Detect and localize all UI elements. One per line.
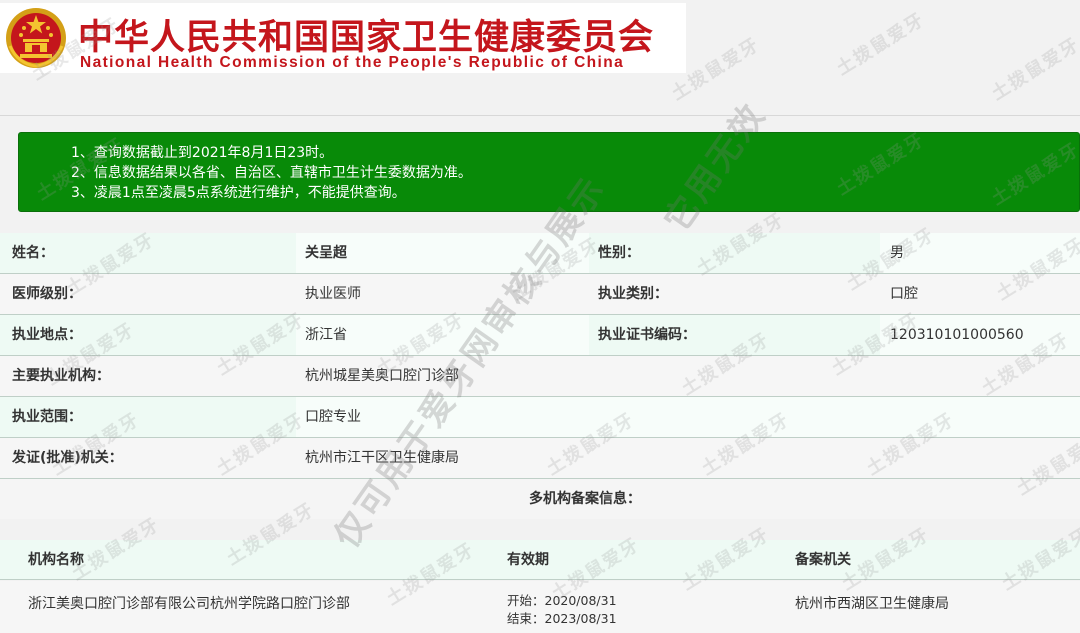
category-value: 口腔 bbox=[890, 286, 918, 302]
table-row: 浙江美奥口腔门诊部有限公司杭州学院路口腔门诊部 开始：2020/08/31 结束… bbox=[0, 581, 1080, 633]
notice-line: 1、查询数据截止到2021年8月1日23时。 bbox=[71, 145, 334, 161]
org-name-cn: 中华人民共和国国家卫生健康委员会 bbox=[78, 18, 655, 58]
institution-label: 主要执业机构： bbox=[12, 368, 110, 384]
info-row: 医师级别： 执业医师 执业类别： 口腔 bbox=[0, 274, 1080, 315]
level-label: 医师级别： bbox=[12, 286, 82, 302]
info-row: 主要执业机构： 杭州城星美奥口腔门诊部 bbox=[0, 356, 1080, 397]
multi-org-title: 多机构备案信息： bbox=[0, 479, 1080, 519]
notice-box: 1、查询数据截止到2021年8月1日23时。 2、信息数据结果以各省、自治区、直… bbox=[18, 132, 1080, 212]
category-label: 执业类别： bbox=[598, 286, 668, 302]
scope-value: 口腔专业 bbox=[305, 409, 361, 425]
name-label: 姓名： bbox=[12, 245, 54, 261]
validity-start: 开始：2020/08/31 bbox=[507, 593, 617, 608]
site-header: 中华人民共和国国家卫生健康委员会 National Health Commiss… bbox=[0, 0, 1080, 116]
site-logo[interactable]: 中华人民共和国国家卫生健康委员会 National Health Commiss… bbox=[0, 3, 686, 73]
scope-label: 执业范围： bbox=[12, 409, 82, 425]
column-header-org-name: 机构名称 bbox=[28, 552, 84, 568]
info-row: 执业范围： 口腔专业 bbox=[0, 397, 1080, 438]
issuer-label: 发证(批准)机关： bbox=[12, 450, 123, 466]
authority-cell: 杭州市西湖区卫生健康局 bbox=[795, 596, 949, 612]
level-value: 执业医师 bbox=[305, 286, 361, 302]
notice-line: 3、凌晨1点至凌晨5点系统进行维护，不能提供查询。 bbox=[71, 185, 406, 201]
institution-value: 杭州城星美奥口腔门诊部 bbox=[305, 368, 459, 384]
cert-number-label: 执业证书编码： bbox=[598, 327, 696, 343]
name-value: 关呈超 bbox=[305, 245, 347, 261]
org-name-en: National Health Commission of the People… bbox=[80, 54, 625, 71]
column-header-authority: 备案机关 bbox=[795, 552, 851, 568]
info-row: 姓名： 关呈超 性别： 男 bbox=[0, 233, 1080, 274]
org-name-cell: 浙江美奥口腔门诊部有限公司杭州学院路口腔门诊部 bbox=[28, 596, 350, 612]
notice-line: 2、信息数据结果以各省、自治区、直辖市卫生计生委数据为准。 bbox=[71, 165, 472, 181]
column-header-validity: 有效期 bbox=[507, 552, 549, 568]
info-row: 发证(批准)机关： 杭州市江干区卫生健康局 bbox=[0, 438, 1080, 479]
location-label: 执业地点： bbox=[12, 327, 82, 343]
validity-end: 结束：2023/08/31 bbox=[507, 611, 617, 626]
doctor-info-table: 姓名： 关呈超 性别： 男 医师级别： 执业医师 执业类别： 口腔 执业地点： … bbox=[0, 233, 1080, 479]
multi-org-table-header: 机构名称 有效期 备案机关 bbox=[0, 540, 1080, 580]
gender-value: 男 bbox=[890, 245, 904, 261]
national-emblem-icon bbox=[6, 8, 66, 68]
info-row: 执业地点： 浙江省 执业证书编码： 120310101000560 bbox=[0, 315, 1080, 356]
cert-number-value: 120310101000560 bbox=[890, 327, 1024, 343]
gender-label: 性别： bbox=[598, 245, 640, 261]
issuer-value: 杭州市江干区卫生健康局 bbox=[305, 450, 459, 466]
location-value: 浙江省 bbox=[305, 327, 347, 343]
